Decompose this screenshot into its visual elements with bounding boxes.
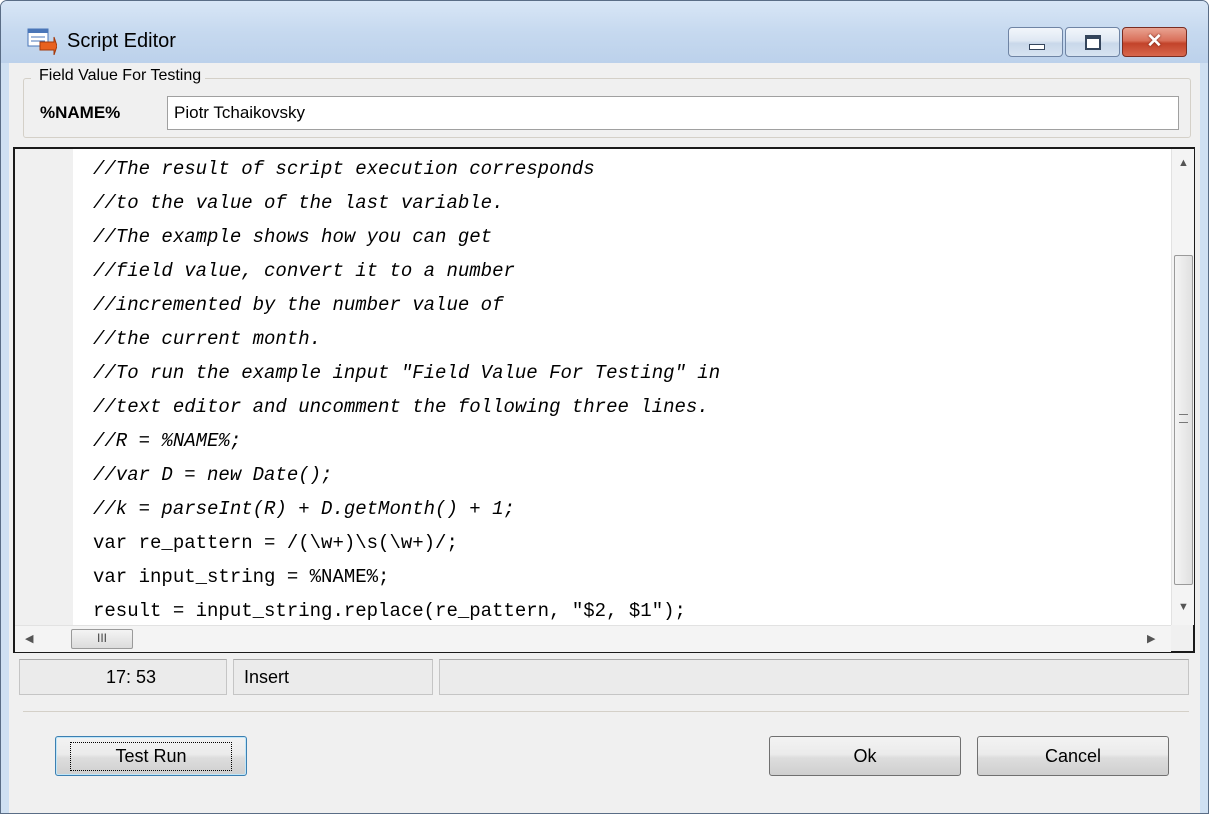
insert-mode-indicator: Insert (233, 659, 433, 695)
vertical-scrollbar[interactable]: ▲ ▼ (1171, 149, 1194, 625)
cancel-button[interactable]: Cancel (977, 736, 1169, 776)
code-line: //k = parseInt(R) + D.getMonth() + 1; (93, 498, 515, 520)
test-value-input[interactable] (167, 96, 1179, 130)
code-line: //The result of script execution corresp… (93, 158, 595, 180)
code-line: result = input_string.replace(re_pattern… (93, 600, 686, 622)
dialog-client-area: Field Value For Testing %NAME% //The res… (9, 63, 1200, 813)
code-line: //to the value of the last variable. (93, 192, 504, 214)
window-title: Script Editor (67, 30, 176, 52)
horizontal-scroll-thumb[interactable]: III (71, 629, 133, 649)
code-line: //var D = new Date(); (93, 464, 333, 486)
code-line: //the current month. (93, 328, 322, 350)
scrollbar-corner (1171, 625, 1193, 651)
minimize-button[interactable] (1008, 27, 1063, 57)
vertical-scroll-thumb[interactable] (1174, 255, 1193, 585)
title-bar[interactable]: Script Editor ✕ (1, 1, 1208, 63)
scroll-left-icon[interactable]: ◀ (25, 632, 33, 645)
script-editor[interactable]: //The result of script execution corresp… (13, 147, 1195, 653)
script-editor-window: Script Editor ✕ Field Value For Testing … (0, 0, 1209, 814)
grip-icon (1179, 414, 1188, 423)
close-icon: ✕ (1146, 31, 1163, 52)
code-line: //incremented by the number value of (93, 294, 504, 316)
code-line: //R = %NAME%; (93, 430, 242, 452)
code-line: //To run the example input "Field Value … (93, 362, 721, 384)
horizontal-scrollbar[interactable]: ◀ III ▶ (15, 625, 1171, 652)
status-extra (439, 659, 1189, 695)
variable-name-label: %NAME% (40, 103, 121, 122)
test-run-button[interactable]: Test Run (55, 736, 247, 776)
close-button[interactable]: ✕ (1122, 27, 1187, 57)
code-line: var re_pattern = /(\w+)\s(\w+)/; (93, 532, 458, 554)
code-line: //text editor and uncomment the followin… (93, 396, 709, 418)
code-area[interactable]: //The result of script execution corresp… (93, 149, 1173, 625)
code-line: //The example shows how you can get (93, 226, 493, 248)
minimize-icon (1029, 44, 1045, 50)
maximize-icon (1085, 35, 1101, 50)
ok-button[interactable]: Ok (769, 736, 961, 776)
code-line: var input_string = %NAME%; (93, 566, 390, 588)
cursor-position: 17: 53 (19, 659, 227, 695)
script-editor-icon (27, 28, 57, 55)
status-bar: 17: 53 Insert (19, 659, 1189, 695)
maximize-button[interactable] (1065, 27, 1120, 57)
scroll-down-icon[interactable]: ▼ (1178, 601, 1189, 613)
testing-group-label: Field Value For Testing (31, 67, 206, 85)
scroll-right-icon[interactable]: ▶ (1147, 632, 1155, 645)
button-panel: Test Run Ok Cancel (23, 711, 1189, 804)
test-run-label: Test Run (70, 741, 232, 771)
code-line: //field value, convert it to a number (93, 260, 515, 282)
scroll-up-icon[interactable]: ▲ (1178, 157, 1189, 169)
line-gutter (15, 149, 73, 625)
